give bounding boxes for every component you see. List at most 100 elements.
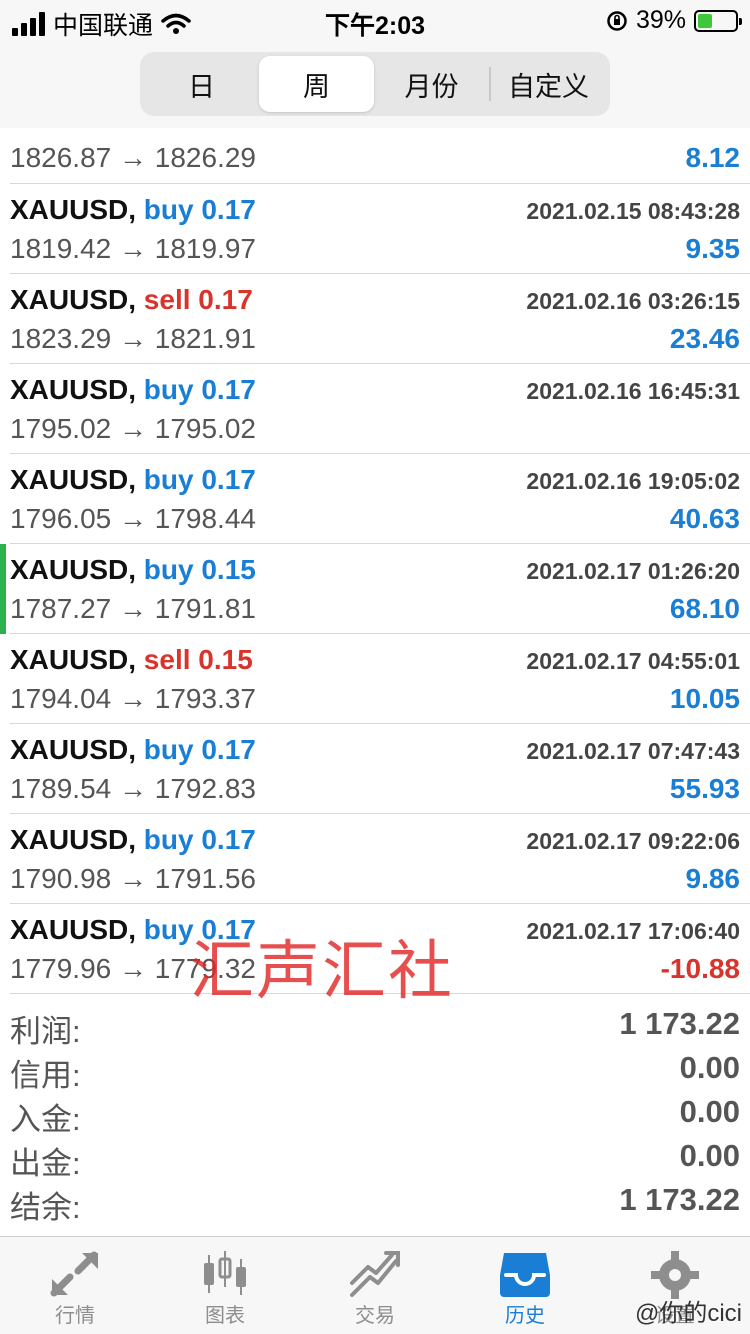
volume-text: 0.17: [201, 464, 256, 495]
deal-time: 2021.02.17 04:55:01: [526, 648, 740, 674]
volume-text: 0.15: [201, 554, 256, 585]
summary-value: 0.00: [679, 1138, 740, 1173]
deal-row[interactable]: XAUUSD, sell 0.17 2021.02.16 03:26:15 18…: [10, 274, 750, 364]
symbol-text: XAUUSD,: [10, 194, 137, 225]
deal-side: buy 0.17: [144, 374, 256, 405]
deal-time: 2021.02.16 19:05:02: [526, 468, 740, 494]
deal-side: buy 0.17: [144, 464, 256, 495]
battery-icon: [694, 9, 742, 32]
deal-row[interactable]: XAUUSD, buy 0.17 2021.02.17 07:47:43 178…: [10, 724, 750, 814]
deal-time: 2021.02.17 01:26:20: [526, 558, 740, 584]
symbol-text: XAUUSD,: [10, 554, 137, 585]
deal-symbol: XAUUSD, buy 0.17: [10, 824, 256, 856]
volume-text: 0.17: [201, 194, 256, 225]
segment-week[interactable]: 周: [259, 56, 374, 112]
segment-label: 自定义: [508, 71, 589, 102]
summary-value: 1 173.22: [619, 1006, 740, 1041]
symbol-text: XAUUSD,: [10, 734, 137, 765]
deal-prices: 1795.02 → 1795.02: [10, 413, 256, 444]
watermark-text: 汇声汇社: [190, 935, 454, 1009]
volume-text: 0.17: [198, 284, 253, 315]
deal-prices: 1787.27 → 1791.81: [10, 593, 256, 624]
deal-row[interactable]: XAUUSD, buy 0.17 2021.02.15 08:43:28 181…: [10, 184, 750, 274]
status-bar: 中国联通 下午2:03 39%: [0, 0, 750, 44]
deal-row-selected[interactable]: XAUUSD, buy 0.15 2021.02.17 01:26:20 178…: [0, 544, 750, 634]
deal-side: buy 0.17: [144, 734, 256, 765]
summary-value: 0.00: [679, 1050, 740, 1085]
deal-symbol: XAUUSD, sell 0.17: [10, 284, 253, 316]
corner-watermark: @你的cici: [634, 1300, 742, 1327]
tab-chart[interactable]: 图表: [150, 1237, 300, 1334]
deal-symbol: XAUUSD, buy 0.17: [10, 194, 256, 226]
deal-time: 2021.02.16 03:26:15: [526, 288, 740, 314]
deal-side: buy 0.17: [144, 194, 256, 225]
side-text: buy: [143, 554, 194, 585]
tab-label: 行情: [55, 1305, 95, 1327]
summary-value: 1 173.22: [619, 1182, 740, 1217]
deal-row-partial[interactable]: 1826.87 → 1826.29 8.12: [10, 128, 750, 184]
summary-value: 0.00: [679, 1094, 740, 1129]
deal-time: 2021.02.16 16:45:31: [526, 378, 740, 404]
deal-profit: -10.88: [660, 953, 740, 984]
deal-time: 2021.02.17 17:06:40: [526, 918, 740, 944]
deal-side: buy 0.17: [144, 824, 256, 855]
segment-label: 月份: [404, 71, 459, 102]
volume-text: 0.17: [201, 734, 256, 765]
tab-trade[interactable]: 交易: [300, 1237, 450, 1334]
deal-profit: 40.63: [669, 503, 740, 534]
tab-label: 历史: [505, 1305, 545, 1327]
deal-row[interactable]: XAUUSD, buy 0.17 2021.02.16 19:05:02 179…: [10, 454, 750, 544]
side-text: buy: [143, 464, 194, 495]
deal-prices: 1790.98 → 1791.56: [10, 863, 256, 894]
symbol-text: XAUUSD,: [10, 914, 137, 945]
deal-row[interactable]: XAUUSD, buy 0.17 2021.02.16 16:45:31 179…: [10, 364, 750, 454]
deal-prices: 1796.05 → 1798.44: [10, 503, 256, 534]
deal-time: 2021.02.17 07:47:43: [526, 738, 740, 764]
deal-profit: 9.86: [685, 863, 741, 894]
side-text: buy: [143, 194, 194, 225]
tab-label: 图表: [205, 1305, 245, 1327]
history-icon: [500, 1253, 550, 1297]
summary-label: 结余:: [10, 1190, 81, 1225]
tab-bar: 行情 图表 交易 历史 设置 @你的cici: [0, 1236, 750, 1334]
deal-prices: 1789.54 → 1792.83: [10, 773, 256, 804]
chart-icon: [204, 1251, 246, 1295]
side-text: buy: [143, 734, 194, 765]
summary-row-withdrawal: 出金: 0.00: [10, 1132, 750, 1181]
deal-row[interactable]: XAUUSD, sell 0.15 2021.02.17 04:55:01 17…: [10, 634, 750, 724]
segment-month[interactable]: 月份: [374, 56, 489, 112]
side-text: sell: [143, 284, 191, 315]
quotes-icon: [50, 1251, 98, 1297]
tab-history[interactable]: 历史: [450, 1237, 600, 1334]
deal-side: sell 0.15: [144, 644, 253, 675]
symbol-text: XAUUSD,: [10, 374, 137, 405]
deal-profit: 10.05: [669, 683, 740, 714]
deal-symbol: XAUUSD, buy 0.15: [10, 554, 256, 586]
tab-label: 交易: [355, 1305, 395, 1327]
deals-list: 1826.87 → 1826.29 8.12 XAUUSD, buy 0.17 …: [0, 128, 750, 994]
deal-row[interactable]: XAUUSD, buy 0.17 2021.02.17 09:22:06 179…: [10, 814, 750, 904]
segment-day[interactable]: 日: [144, 56, 259, 112]
orientation-lock-icon: [607, 10, 627, 31]
account-summary: 利润: 1 173.22 信用: 0.00 入金: 0.00 出金: 0.00 …: [0, 1000, 750, 1225]
deal-prices: 1823.29 → 1821.91: [10, 323, 256, 354]
deal-side: buy 0.15: [144, 554, 256, 585]
volume-text: 0.17: [201, 824, 256, 855]
deal-profit: 55.93: [669, 773, 740, 804]
side-text: buy: [143, 824, 194, 855]
header: 日 周 月份 自定义: [0, 44, 750, 128]
battery-percent: 39%: [635, 6, 686, 34]
symbol-text: XAUUSD,: [10, 284, 137, 315]
segment-custom[interactable]: 自定义: [491, 56, 606, 112]
deal-symbol: XAUUSD, buy 0.17: [10, 464, 256, 496]
symbol-text: XAUUSD,: [10, 644, 137, 675]
deal-profit: 23.46: [669, 323, 740, 354]
segment-label: 日: [188, 71, 215, 102]
summary-row-deposit: 入金: 0.00: [10, 1088, 750, 1137]
side-text: sell: [143, 644, 191, 675]
deal-prices: 1819.42 → 1819.97: [10, 233, 256, 264]
tab-quotes[interactable]: 行情: [0, 1237, 150, 1334]
deal-profit: 68.10: [669, 593, 740, 624]
volume-text: 0.17: [201, 374, 256, 405]
summary-row-credit: 信用: 0.00: [10, 1044, 750, 1093]
